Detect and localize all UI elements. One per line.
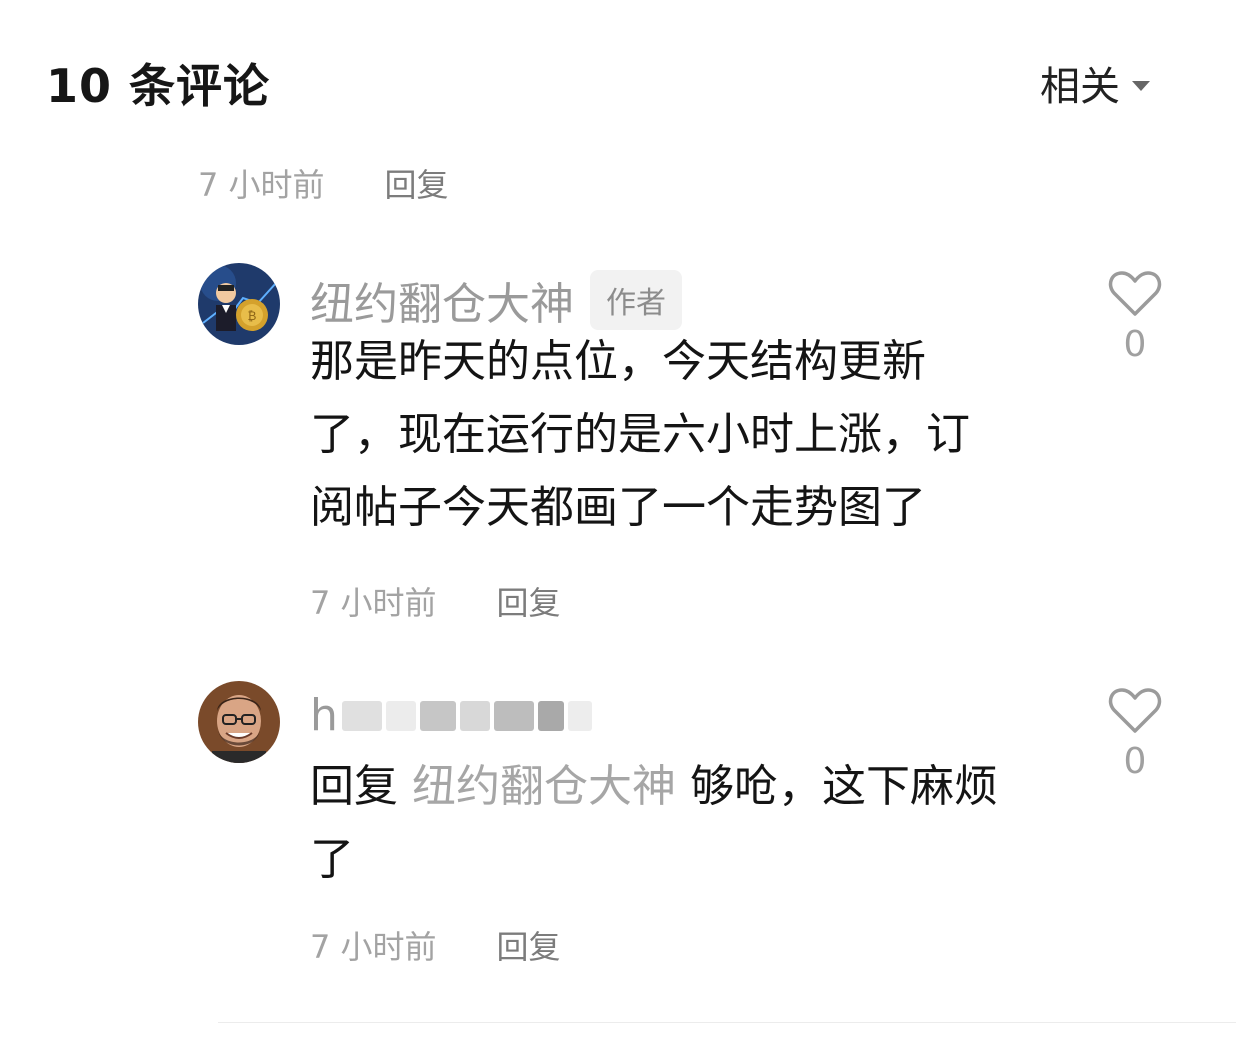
comment-body: 够呛，这下麻烦 [690,761,998,812]
avatar[interactable]: ₿ [198,263,280,345]
avatar[interactable] [198,681,280,763]
comment-time: 7 小时前 [198,166,325,204]
prev-comment-meta: 7 小时前 回复 [198,160,449,206]
comment-line: 那是昨天的点位，今天结构更新 [310,336,926,387]
blurred-username: h [310,690,592,741]
svg-text:₿: ₿ [248,309,257,323]
like-count: 0 [1123,741,1147,782]
reply-button[interactable]: 回复 [497,578,561,624]
comment-time: 7 小时前 [310,584,437,622]
comment-line: 阅帖子今天都画了一个走势图了 [310,482,926,533]
comment-line: 了 [310,834,354,885]
like-button[interactable]: 0 [1105,270,1165,365]
caret-down-icon [1132,81,1150,91]
reply-button[interactable]: 回复 [497,922,561,968]
username-text: 纽约翻仓大神 [310,279,574,330]
comment-count-title: 10 条评论 [46,59,271,113]
like-count: 0 [1123,324,1147,365]
sort-label: 相关 [1040,64,1120,110]
reply-button[interactable]: 回复 [385,160,449,206]
comment-username[interactable]: 纽约翻仓大神 作者 [310,268,682,332]
comment-text: 那是昨天的点位，今天结构更新 了，现在运行的是六小时上涨，订 阅帖子今天都画了一… [310,325,970,544]
comment-time: 7 小时前 [310,928,437,966]
heart-icon [1108,688,1162,733]
username-text: h [310,690,338,741]
comment-meta: 7 小时前 回复 [310,578,561,624]
comment-text: 回复 纽约翻仓大神 够呛，这下麻烦 了 [310,750,998,896]
mention-link[interactable]: 纽约翻仓大神 [412,761,676,812]
comment-line: 回复 纽约翻仓大神 够呛，这下麻烦 [310,750,998,823]
author-badge: 作者 [590,270,682,330]
comment-line: 了，现在运行的是六小时上涨，订 [310,409,970,460]
divider [218,1022,1236,1023]
author-avatar-icon: ₿ [198,263,280,345]
reply-prefix: 回复 [310,761,398,812]
user-avatar-icon [198,681,280,763]
comment-username[interactable]: h [310,690,592,741]
like-button[interactable]: 0 [1105,687,1165,782]
sort-dropdown[interactable]: 相关 [1040,54,1150,112]
comment-meta: 7 小时前 回复 [310,922,561,968]
heart-icon [1108,271,1162,316]
